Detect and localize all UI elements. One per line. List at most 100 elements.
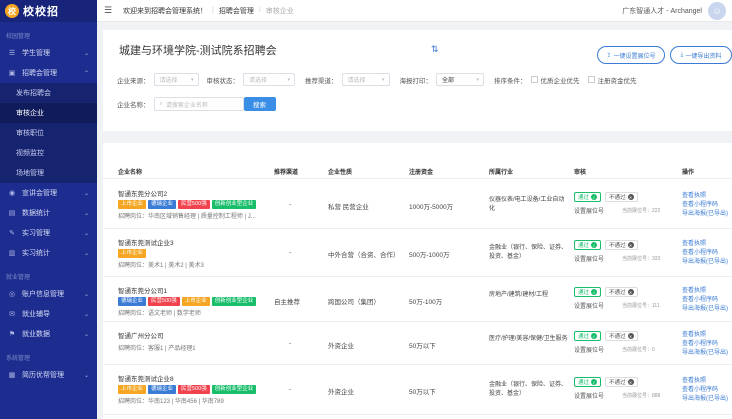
logo[interactable]: 校 校校招 bbox=[0, 0, 97, 22]
sidebar-item-label: 就业数据 bbox=[22, 331, 50, 338]
op-link[interactable]: 查看小程序码 bbox=[682, 296, 718, 305]
sidebar-item-stats[interactable]: ▤ 数据统计 ⌄ bbox=[0, 203, 97, 223]
source-select[interactable]: 请选择 ▾ bbox=[153, 73, 199, 86]
export-button[interactable]: ⤓ 一键导出资料 bbox=[670, 46, 732, 64]
header-capital: 注册资金 bbox=[409, 170, 434, 176]
set-booth-link[interactable]: 设置展位号 bbox=[574, 206, 604, 215]
sidebar-item-practice-stats[interactable]: ▥ 实习统计 ⌄ bbox=[0, 243, 97, 263]
capital-checkbox[interactable]: 注册资金优先 bbox=[587, 75, 637, 85]
table-row: 智通东莞测试企业8 上市企业 德瑞企业 民营500强 创新创业型企业 招聘岗位：华南123… bbox=[103, 365, 732, 415]
reject-label: 不通过 bbox=[609, 380, 626, 386]
close-icon: ✕ bbox=[627, 379, 634, 385]
op-link[interactable]: 查看小程序码 bbox=[682, 249, 718, 258]
reject-button[interactable]: 不通过 ✕ bbox=[605, 240, 638, 250]
op-link[interactable]: 查看执照 bbox=[682, 240, 706, 249]
company-tag: 上市企业 bbox=[118, 385, 147, 394]
set-booth-link[interactable]: 设置展位号 bbox=[574, 254, 604, 263]
nature-cell: 外资企业 bbox=[328, 343, 354, 350]
job-list: 招聘岗位：华南区域销售经理 | 质量控制工程师 | J... bbox=[118, 214, 256, 220]
sidebar-sub-venue[interactable]: 场地管理 bbox=[0, 163, 97, 183]
op-link[interactable]: 查看执照 bbox=[682, 377, 706, 386]
job-list: 招聘岗位：语文老师 | 数学老师 bbox=[118, 311, 201, 317]
op-link[interactable]: 查看小程序码 bbox=[682, 386, 718, 395]
sidebar-item-recruit[interactable]: ▣ 招聘会管理 ⌃ bbox=[0, 63, 97, 83]
sidebar-sub-publish[interactable]: 发布招聘会 bbox=[0, 83, 97, 103]
pass-button[interactable]: 通过 ✓ bbox=[574, 287, 602, 297]
practice-stats-icon: ▥ bbox=[8, 250, 16, 257]
sidebar-sub-audit-job[interactable]: 审核职位 bbox=[0, 123, 97, 143]
sidebar-item-resume[interactable]: ▦ 简历优帮管理 ⌄ bbox=[0, 365, 97, 385]
reject-button[interactable]: 不通过 ✕ bbox=[605, 331, 638, 341]
op-link[interactable]: 导出海报(已导出) bbox=[682, 210, 728, 219]
sort-icon[interactable]: ⇅ bbox=[431, 44, 439, 55]
name-label: 企业名称： bbox=[117, 102, 150, 109]
header-op: 操作 bbox=[682, 170, 695, 176]
breadcrumb-recruit[interactable]: 招聘会管理 bbox=[219, 6, 254, 16]
tag-list: 上市企业 德瑞企业 民营500强 创新创业型企业 bbox=[118, 200, 258, 209]
sidebar-item-practice[interactable]: ✎ 实习管理 ⌄ bbox=[0, 223, 97, 243]
sidebar-item-guide[interactable]: ✉ 就业辅导 ⌄ bbox=[0, 304, 97, 324]
user-name[interactable]: 广东智通人才 - Archangel bbox=[622, 6, 702, 16]
pass-button[interactable]: 通过 ✓ bbox=[574, 331, 602, 341]
search-button[interactable]: 搜索 bbox=[243, 97, 276, 111]
company-name[interactable]: 智通广州分公司 bbox=[118, 330, 164, 340]
pass-label: 通过 bbox=[578, 195, 590, 201]
header-channel: 推荐渠道 bbox=[274, 170, 299, 176]
preach-icon: ◉ bbox=[8, 190, 16, 197]
current-booth: 当前展位号：0 bbox=[622, 347, 655, 353]
pass-button[interactable]: 通过 ✓ bbox=[574, 377, 602, 387]
op-link[interactable]: 查看执照 bbox=[682, 192, 706, 201]
print-label: 海报打印： bbox=[399, 77, 433, 85]
current-booth: 当前展位号：222 bbox=[622, 208, 661, 214]
sidebar-item-label: 就业辅导 bbox=[22, 311, 50, 318]
op-link[interactable]: 查看小程序码 bbox=[682, 201, 718, 210]
sidebar-sub-video[interactable]: 视频监控 bbox=[0, 143, 97, 163]
sidebar-item-account[interactable]: ◎ 账户信息管理 ⌄ bbox=[0, 284, 97, 304]
sidebar-sub-audit-company[interactable]: 审核企业 bbox=[0, 103, 97, 123]
search-placeholder: 请搜索企业名称 bbox=[165, 102, 208, 109]
set-booth-link[interactable]: 设置展位号 bbox=[574, 301, 604, 310]
prior-checkbox[interactable]: 优质企业优先 bbox=[530, 75, 580, 85]
set-booth-link[interactable]: 设置展位号 bbox=[574, 345, 604, 354]
prior-checkbox-label: 优质企业优先 bbox=[540, 77, 580, 85]
company-name[interactable]: 智通东莞测试企业8 bbox=[118, 373, 174, 383]
menu-toggle-icon[interactable]: ☰ bbox=[97, 5, 119, 16]
reject-button[interactable]: 不通过 ✕ bbox=[605, 377, 638, 387]
avatar[interactable]: ☺ bbox=[708, 2, 726, 20]
set-booth-button[interactable]: ⇪ 一键设置展位号 bbox=[597, 46, 665, 64]
print-select[interactable]: 全部 ▾ bbox=[436, 73, 484, 86]
company-tag: 德瑞企业 bbox=[148, 200, 177, 209]
audit-select[interactable]: 请选择 ▾ bbox=[243, 73, 295, 86]
reject-button[interactable]: 不通过 ✕ bbox=[605, 192, 638, 202]
op-link[interactable]: 导出海报(已导出) bbox=[682, 349, 728, 358]
table-row: 智通东莞分公司1 德瑞企业 民营500强 上市企业 创新创业型企业 招聘岗位：语文老师 |… bbox=[103, 277, 732, 322]
print-value: 全部 bbox=[442, 78, 455, 84]
check-icon: ✓ bbox=[591, 194, 598, 200]
sidebar-item-preach[interactable]: ◉ 宣讲会管理 ⌄ bbox=[0, 183, 97, 203]
capital-cell: 50万-100万 bbox=[409, 299, 443, 306]
company-search-input[interactable]: ⌕ 请搜索企业名称 bbox=[153, 97, 244, 111]
op-link[interactable]: 导出海报(已导出) bbox=[682, 258, 728, 267]
chevron-down-icon: ⌄ bbox=[83, 230, 89, 237]
pass-button[interactable]: 通过 ✓ bbox=[574, 240, 602, 250]
company-name[interactable]: 智通东莞分公司1 bbox=[118, 285, 167, 295]
op-link[interactable]: 导出海报(已导出) bbox=[682, 305, 728, 314]
divider: | bbox=[212, 7, 214, 14]
current-booth: 当前展位号：888 bbox=[622, 393, 661, 399]
audit-label: 审核状态： bbox=[206, 77, 240, 85]
company-name[interactable]: 智通东莞测试企业3 bbox=[118, 237, 174, 247]
company-name[interactable]: 智通东莞分公司2 bbox=[118, 188, 167, 198]
sidebar-item-emp-data[interactable]: ⚑ 就业数据 ⌄ bbox=[0, 324, 97, 344]
set-booth-link[interactable]: 设置展位号 bbox=[574, 391, 604, 400]
op-link[interactable]: 查看执照 bbox=[682, 331, 706, 340]
pass-button[interactable]: 通过 ✓ bbox=[574, 192, 602, 202]
op-link[interactable]: 导出海报(已导出) bbox=[682, 395, 728, 404]
channel-select[interactable]: 请选择 ▾ bbox=[341, 73, 390, 86]
op-link[interactable]: 查看执照 bbox=[682, 287, 706, 296]
reject-button[interactable]: 不通过 ✕ bbox=[605, 287, 638, 297]
chevron-up-icon: ⌃ bbox=[83, 70, 89, 77]
sidebar-item-student[interactable]: ☰ 学生管理 ⌄ bbox=[0, 43, 97, 63]
op-link[interactable]: 查看小程序码 bbox=[682, 340, 718, 349]
guide-icon: ✉ bbox=[9, 311, 15, 318]
tag-list: 上市企业 德瑞企业 民营500强 创新创业型企业 bbox=[118, 385, 258, 394]
